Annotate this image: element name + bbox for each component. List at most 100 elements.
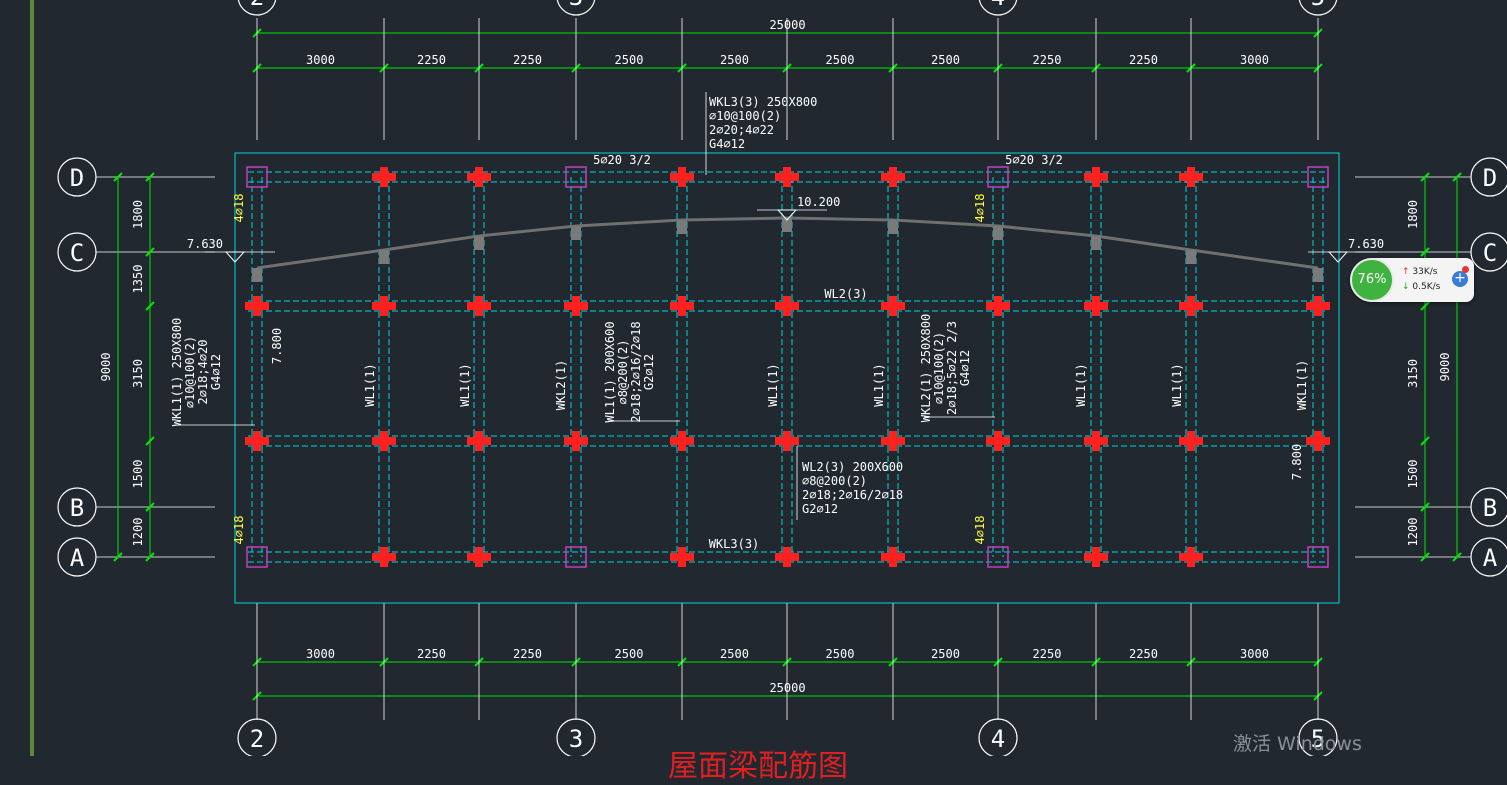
callout-wl2: 2⌀18;2⌀16/2⌀18 bbox=[802, 488, 903, 502]
bay-dimension-label: 2500 bbox=[615, 647, 644, 661]
bay-dimension-label: 2500 bbox=[615, 53, 644, 67]
elevation-right: 7.630 bbox=[1348, 237, 1384, 251]
callout-wl2: ⌀8@200(2) bbox=[802, 474, 867, 488]
callout-wl2: WL2(3) 200X600 bbox=[802, 460, 903, 474]
corner-bar-note: 4⌀18 bbox=[232, 194, 246, 223]
rebar-marker bbox=[1314, 296, 1322, 316]
bay-dimension-label: 2250 bbox=[513, 53, 542, 67]
callout-wkl3: WKL3(3) 250X800 bbox=[709, 95, 817, 109]
callout-wl1: G2⌀12 bbox=[642, 354, 656, 390]
column-square bbox=[565, 546, 587, 568]
grid-bubble-label: D bbox=[70, 164, 84, 192]
column-square bbox=[246, 166, 268, 188]
ridge-post bbox=[1186, 250, 1196, 264]
rebar-marker bbox=[1187, 547, 1195, 567]
ridge-post bbox=[677, 220, 687, 234]
rebar-marker bbox=[572, 296, 580, 316]
column-square bbox=[987, 166, 1009, 188]
upload-arrow-icon: ↑ bbox=[1402, 267, 1410, 277]
elevation-marker bbox=[1327, 251, 1349, 263]
rebar-marker bbox=[1092, 431, 1100, 451]
beam-label-wl2: WL2(3) bbox=[824, 287, 867, 301]
callout-wkl1: 2⌀18;4⌀20 bbox=[196, 339, 210, 404]
rebar-marker bbox=[475, 431, 483, 451]
callout-wl1: 2⌀18;2⌀16/2⌀18 bbox=[629, 321, 643, 422]
callout-wkl1: ⌀10@100(2) bbox=[183, 336, 197, 408]
bay-dimension-label: 2500 bbox=[826, 53, 855, 67]
add-icon[interactable]: + bbox=[1452, 271, 1468, 287]
side-dimension-label: 3150 bbox=[1406, 359, 1420, 388]
rebar-marker bbox=[678, 296, 686, 316]
column-square bbox=[987, 546, 1009, 568]
grid-bubble-label: 3 bbox=[569, 725, 583, 753]
column-square bbox=[246, 546, 268, 568]
grid-bubble-label: 5 bbox=[1311, 0, 1325, 11]
rebar-marker bbox=[783, 547, 791, 567]
activate-windows-watermark: 激活 Windows bbox=[1233, 733, 1362, 755]
elevation-right-lower: 7.800 bbox=[1290, 444, 1304, 480]
elevation-ridge: 10.200 bbox=[797, 195, 840, 209]
network-monitor-widget[interactable]: 76% ↑ 33K/s ↓ 0.5K/s + bbox=[1350, 258, 1474, 302]
beam-label-vertical: WL1(1) bbox=[1170, 363, 1184, 406]
bay-dimension-label: 2250 bbox=[417, 53, 446, 67]
rebar-marker bbox=[475, 167, 483, 187]
ridge-post bbox=[888, 220, 898, 234]
ridge-post bbox=[1091, 236, 1101, 250]
beam-label-vertical: WKL1(1) bbox=[1295, 360, 1309, 411]
callout-wkl2: WKL2(1) 250X800 bbox=[919, 314, 933, 422]
grid-bubble-label: 2 bbox=[250, 0, 264, 11]
grid-bubble-label: D bbox=[1483, 164, 1497, 192]
rebar-marker bbox=[1187, 431, 1195, 451]
grid-bubble-label: B bbox=[70, 494, 84, 522]
bay-dimension-label: 2250 bbox=[1033, 53, 1062, 67]
overall-width-label: 25000 bbox=[769, 18, 805, 32]
upload-rate: 33K/s bbox=[1412, 267, 1438, 277]
grid-bubble-label: C bbox=[1483, 239, 1497, 267]
elevation-left-lower: 7.800 bbox=[270, 328, 284, 364]
notification-dot-icon bbox=[1462, 266, 1469, 273]
bay-dimension-label: 3000 bbox=[1240, 647, 1269, 661]
rebar-marker bbox=[380, 167, 388, 187]
grid-bubble-label: 4 bbox=[991, 725, 1005, 753]
grid-bubble-label: A bbox=[70, 544, 85, 572]
rebar-marker bbox=[994, 431, 1002, 451]
cad-drawing-canvas[interactable]: 250003000 2250 2250 2500 2500 2500 2500 2250 225… bbox=[0, 0, 1507, 756]
download-rate: 0.5K/s bbox=[1412, 282, 1441, 292]
top-bar-note: 5⌀20 3/2 bbox=[1005, 153, 1063, 167]
callout-wkl1: G4⌀12 bbox=[209, 354, 223, 390]
beam-label-vertical: WL1(1) bbox=[766, 363, 780, 406]
callout-wl1: WL1(1) 200X600 bbox=[603, 321, 617, 422]
bay-dimension-label: 2500 bbox=[720, 647, 749, 661]
rebar-marker bbox=[1092, 547, 1100, 567]
grid-bubble-label: B bbox=[1483, 494, 1497, 522]
corner-bar-note: 4⌀18 bbox=[232, 516, 246, 545]
bay-dimension-label: 2500 bbox=[826, 647, 855, 661]
rebar-marker bbox=[1187, 167, 1195, 187]
rebar-marker bbox=[889, 167, 897, 187]
rebar-marker bbox=[475, 296, 483, 316]
bay-dimension-label: 2500 bbox=[931, 53, 960, 67]
column-square bbox=[1307, 546, 1329, 568]
rebar-marker bbox=[572, 431, 580, 451]
net-rates: ↑ 33K/s ↓ 0.5K/s bbox=[1402, 265, 1440, 295]
column-square bbox=[1307, 166, 1329, 188]
side-dimension-label: 1500 bbox=[1406, 460, 1420, 489]
rebar-marker bbox=[380, 431, 388, 451]
bay-dimension-label: 2250 bbox=[417, 647, 446, 661]
ridge-post bbox=[571, 226, 581, 240]
callout-wl1: ⌀8@200(2) bbox=[616, 339, 630, 404]
bay-dimension-label: 3000 bbox=[306, 53, 335, 67]
ridge-post bbox=[379, 250, 389, 264]
bay-dimension-label: 2250 bbox=[513, 647, 542, 661]
grid-bubble-label: A bbox=[1483, 544, 1498, 572]
top-bar-note: 5⌀20 3/2 bbox=[593, 153, 651, 167]
grid-bubble-label: 2 bbox=[250, 725, 264, 753]
side-dimension-label: 1800 bbox=[131, 200, 145, 229]
bay-dimension-label: 3000 bbox=[1240, 53, 1269, 67]
beam-label-vertical: WL1(1) bbox=[872, 363, 886, 406]
beam-label-vertical: WL1(1) bbox=[363, 363, 377, 406]
ridge-post bbox=[1313, 268, 1323, 282]
download-arrow-icon: ↓ bbox=[1402, 282, 1410, 292]
callout-wkl3: G4⌀12 bbox=[709, 137, 745, 151]
grid-bubble-label: 4 bbox=[991, 0, 1005, 11]
